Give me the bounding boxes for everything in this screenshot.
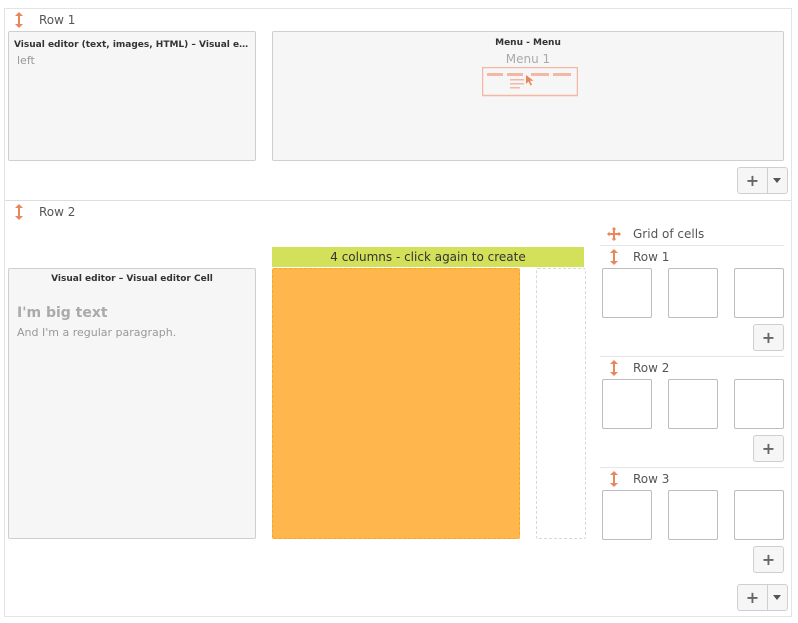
chevron-down-icon[interactable]: [768, 585, 787, 610]
grid-divider: [600, 356, 784, 357]
grid-cell[interactable]: [734, 490, 784, 540]
visual-editor-cell-2[interactable]: Visual editor – Visual editor Cell I'm b…: [8, 268, 256, 539]
grid-title: Grid of cells: [633, 227, 705, 241]
row-1-drag-icon[interactable]: [14, 12, 24, 28]
row-2-drag-icon[interactable]: [14, 204, 24, 220]
cell-title: Visual editor – Visual editor Cell: [51, 274, 213, 284]
cell-title: Menu - Menu: [495, 38, 561, 48]
row-2-label: Row 2: [39, 205, 76, 219]
grid-cell[interactable]: [668, 379, 718, 429]
grid-cell[interactable]: [734, 379, 784, 429]
grid-row-1-add-button[interactable]: +: [753, 324, 784, 351]
grid-row-2-drag-icon[interactable]: [609, 360, 619, 376]
grid-divider: [600, 245, 784, 246]
new-columns-preview[interactable]: [272, 268, 520, 539]
grid-row-3-drag-icon[interactable]: [609, 471, 619, 487]
menu-cell[interactable]: Menu - Menu Menu 1: [272, 31, 784, 161]
grid-cell[interactable]: [602, 490, 652, 540]
regular-paragraph: And I'm a regular paragraph.: [17, 326, 177, 339]
grid-cell[interactable]: [734, 268, 784, 318]
add-cell-icon[interactable]: +: [738, 168, 768, 193]
row-2-add-cell-button[interactable]: +: [737, 584, 788, 611]
move-cross-icon[interactable]: [607, 227, 621, 241]
chevron-down-icon[interactable]: [768, 168, 787, 193]
row-1-label: Row 1: [39, 13, 76, 27]
menu-name: Menu 1: [505, 52, 551, 66]
grid-row-1-drag-icon[interactable]: [609, 249, 619, 265]
empty-column-slot[interactable]: [536, 268, 586, 539]
grid-row-2-add-button[interactable]: +: [753, 435, 784, 462]
grid-row-2-label: Row 2: [633, 361, 670, 375]
add-cell-icon[interactable]: +: [738, 585, 768, 610]
grid-row-3-add-button[interactable]: +: [753, 546, 784, 573]
columns-create-banner[interactable]: 4 columns - click again to create: [272, 247, 584, 267]
visual-editor-cell[interactable]: Visual editor (text, images, HTML) – Vis…: [8, 31, 256, 161]
grid-row-3-label: Row 3: [633, 472, 670, 486]
grid-cell[interactable]: [602, 268, 652, 318]
cell-title: Visual editor (text, images, HTML) – Vis…: [14, 40, 252, 50]
grid-cell[interactable]: [602, 379, 652, 429]
cell-content: left: [17, 54, 35, 67]
grid-divider: [600, 467, 784, 468]
menu-preview-icon: [482, 67, 578, 97]
grid-cell[interactable]: [668, 490, 718, 540]
grid-cell[interactable]: [668, 268, 718, 318]
big-text-heading: I'm big text: [17, 305, 108, 321]
grid-row-1-label: Row 1: [633, 250, 670, 264]
row-separator: [5, 200, 791, 201]
row-1-add-cell-button[interactable]: +: [737, 167, 788, 194]
